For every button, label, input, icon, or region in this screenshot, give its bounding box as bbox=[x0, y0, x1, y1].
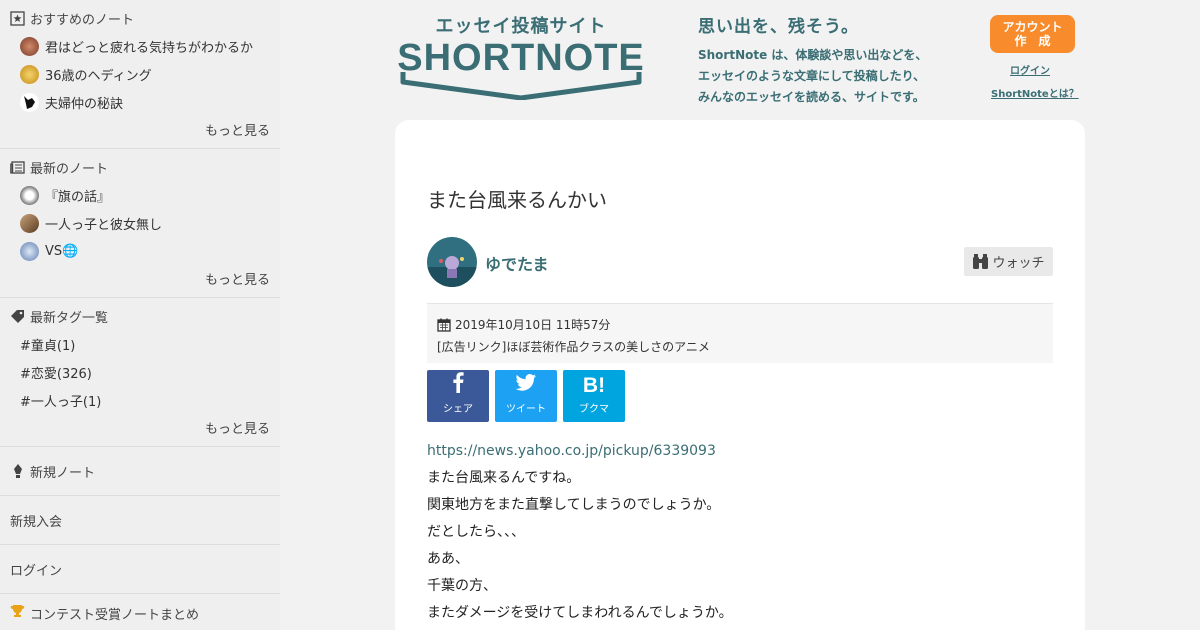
about-link[interactable]: ShortNoteとは？ bbox=[991, 85, 1079, 100]
latest-item-2[interactable]: 一人っ子と彼女無し bbox=[10, 209, 270, 237]
twitter-share-label: ツイート bbox=[506, 404, 546, 415]
tags-section: 最新タグ一覧 #童貞(1) #恋愛(326) #一人っ子(1) もっと見る bbox=[0, 298, 280, 447]
facebook-icon bbox=[427, 370, 489, 398]
latest-item-3[interactable]: VS🌐 bbox=[10, 237, 270, 265]
ad-link[interactable]: [広告リンク]ほぼ芸術作品クラスの美しさのアニメ bbox=[437, 338, 1043, 355]
new-note-link[interactable]: 新規ノート bbox=[0, 447, 280, 496]
binoculars-icon bbox=[972, 253, 989, 270]
author-avatar[interactable] bbox=[427, 237, 477, 287]
body-line: ああ、 bbox=[427, 551, 469, 567]
tag-link[interactable]: #一人っ子(1) bbox=[10, 386, 270, 414]
pen-icon bbox=[10, 463, 25, 479]
calendar-icon bbox=[437, 318, 451, 332]
twitter-bird-icon bbox=[495, 370, 557, 398]
newspaper-icon bbox=[10, 160, 25, 175]
sidebar: おすすめのノート 君はどっと疲れる気持ちがわかるか 36歳のヘディング 夫婦仲の… bbox=[0, 0, 280, 630]
post-body: https://news.yahoo.co.jp/pickup/6339093 … bbox=[427, 438, 1053, 627]
author-name[interactable]: ゆでたま bbox=[485, 251, 549, 275]
tagline: 思い出を、残そう。 ShortNote は、体験談や思い出などを、 エッセイのよ… bbox=[698, 12, 968, 108]
avatar bbox=[20, 185, 39, 205]
tagline-line: みんなのエッセイを読める、サイトです。 bbox=[698, 90, 925, 104]
note-title: VS🌐 bbox=[45, 243, 79, 259]
body-line: また台風来るんですね。 bbox=[427, 470, 581, 486]
contest-link[interactable]: コンテスト受賞ノートまとめ bbox=[0, 594, 280, 630]
post-date-row: 2019年10月10日 11時57分 bbox=[437, 316, 1043, 333]
post-title: また台風来るんかい bbox=[427, 188, 607, 212]
tagline-line: エッセイのような文章にして投稿したり、 bbox=[698, 69, 926, 83]
shortnote-logo-graphic: SHORTNOTE bbox=[398, 37, 644, 100]
hatena-bookmark-button[interactable]: B! ブクマ bbox=[563, 370, 625, 422]
create-account-button[interactable]: アカウント 作 成 bbox=[990, 15, 1075, 53]
body-line: またダメージを受けてしまわれるんでしょうか。 bbox=[427, 605, 733, 621]
tags-heading-label: 最新タグ一覧 bbox=[30, 310, 109, 326]
facebook-share-label: シェア bbox=[443, 404, 473, 415]
star-note-icon bbox=[10, 10, 25, 26]
logo-wordmark: SHORTNOTE bbox=[398, 37, 644, 79]
body-line: だとしたら、、、 bbox=[427, 524, 525, 540]
tag-link[interactable]: #恋愛(326) bbox=[10, 358, 270, 386]
latest-heading: 最新のノート bbox=[10, 157, 270, 177]
twitter-share-button[interactable]: ツイート bbox=[495, 370, 557, 422]
login-label: ログイン bbox=[10, 563, 63, 579]
body-line: 関東地方をまた直撃してしまうのでしょうか。 bbox=[427, 497, 721, 513]
post-date: 2019年10月10日 11時57分 bbox=[455, 318, 611, 332]
login-link[interactable]: ログイン bbox=[0, 545, 280, 594]
contest-label: コンテスト受賞ノートまとめ bbox=[30, 608, 200, 623]
note-title: 夫婦仲の秘訣 bbox=[45, 96, 124, 112]
recommended-item-3[interactable]: 夫婦仲の秘訣 bbox=[10, 88, 270, 116]
tagline-body: ShortNote は、体験談や思い出などを、 エッセイのような文章にして投稿し… bbox=[698, 45, 968, 108]
recommended-item-2[interactable]: 36歳のヘディング bbox=[10, 60, 270, 88]
hatena-bookmark-label: ブクマ bbox=[579, 404, 609, 415]
post-meta: 2019年10月10日 11時57分 [広告リンク]ほぼ芸術作品クラスの美しさの… bbox=[427, 303, 1053, 363]
article-link[interactable]: https://news.yahoo.co.jp/pickup/6339093 bbox=[427, 438, 1053, 465]
latest-heading-label: 最新のノート bbox=[30, 161, 109, 177]
latest-item-1[interactable]: 『旗の話』 bbox=[10, 181, 270, 209]
body-line: 千葉の方、 bbox=[427, 578, 497, 594]
trophy-icon bbox=[10, 604, 25, 618]
note-title: 君はどっと疲れる気持ちがわかるか bbox=[45, 40, 254, 56]
signup-link[interactable]: 新規入会 bbox=[0, 496, 280, 545]
hatena-b-icon: B! bbox=[582, 374, 606, 397]
note-title: 36歳のヘディング bbox=[45, 68, 152, 84]
create-account-label-2: 作 成 bbox=[1014, 34, 1051, 48]
avatar bbox=[20, 92, 39, 112]
new-note-label: 新規ノート bbox=[30, 465, 96, 481]
tags-heading: 最新タグ一覧 bbox=[10, 306, 270, 326]
tag-icon bbox=[10, 309, 25, 324]
note-title: 一人っ子と彼女無し bbox=[45, 217, 163, 233]
watch-label: ウォッチ bbox=[992, 256, 1045, 271]
avatar bbox=[20, 36, 39, 56]
signup-label: 新規入会 bbox=[10, 514, 63, 530]
latest-section: 最新のノート 『旗の話』 一人っ子と彼女無し VS🌐 もっと見る bbox=[0, 149, 280, 298]
tag-link[interactable]: #童貞(1) bbox=[10, 330, 270, 358]
recommended-heading-label: おすすめのノート bbox=[30, 12, 135, 28]
site-logo[interactable]: エッセイ投稿サイト SHORTNOTE bbox=[398, 12, 644, 102]
recommended-item-1[interactable]: 君はどっと疲れる気持ちがわかるか bbox=[10, 32, 270, 60]
tagline-line: ShortNote は、体験談や思い出などを、 bbox=[698, 48, 928, 62]
avatar bbox=[20, 241, 39, 261]
recommended-heading: おすすめのノート bbox=[10, 8, 270, 28]
create-account-label-1: アカウント bbox=[1002, 20, 1063, 34]
post-card: また台風来るんかい ゆでたま ウォッチ 2019年10月10日 11時57分 [… bbox=[395, 120, 1085, 630]
avatar bbox=[20, 64, 39, 84]
watch-button[interactable]: ウォッチ bbox=[964, 247, 1053, 276]
facebook-share-button[interactable]: シェア bbox=[427, 370, 489, 422]
recommended-section: おすすめのノート 君はどっと疲れる気持ちがわかるか 36歳のヘディング 夫婦仲の… bbox=[0, 0, 280, 149]
latest-more-link[interactable]: もっと見る bbox=[10, 269, 270, 288]
header-login-link[interactable]: ログイン bbox=[1010, 62, 1050, 77]
tagline-title: 思い出を、残そう。 bbox=[698, 17, 859, 37]
tags-more-link[interactable]: もっと見る bbox=[10, 418, 270, 437]
note-title: 『旗の話』 bbox=[45, 189, 111, 205]
avatar bbox=[20, 213, 39, 233]
recommended-more-link[interactable]: もっと見る bbox=[10, 120, 270, 139]
